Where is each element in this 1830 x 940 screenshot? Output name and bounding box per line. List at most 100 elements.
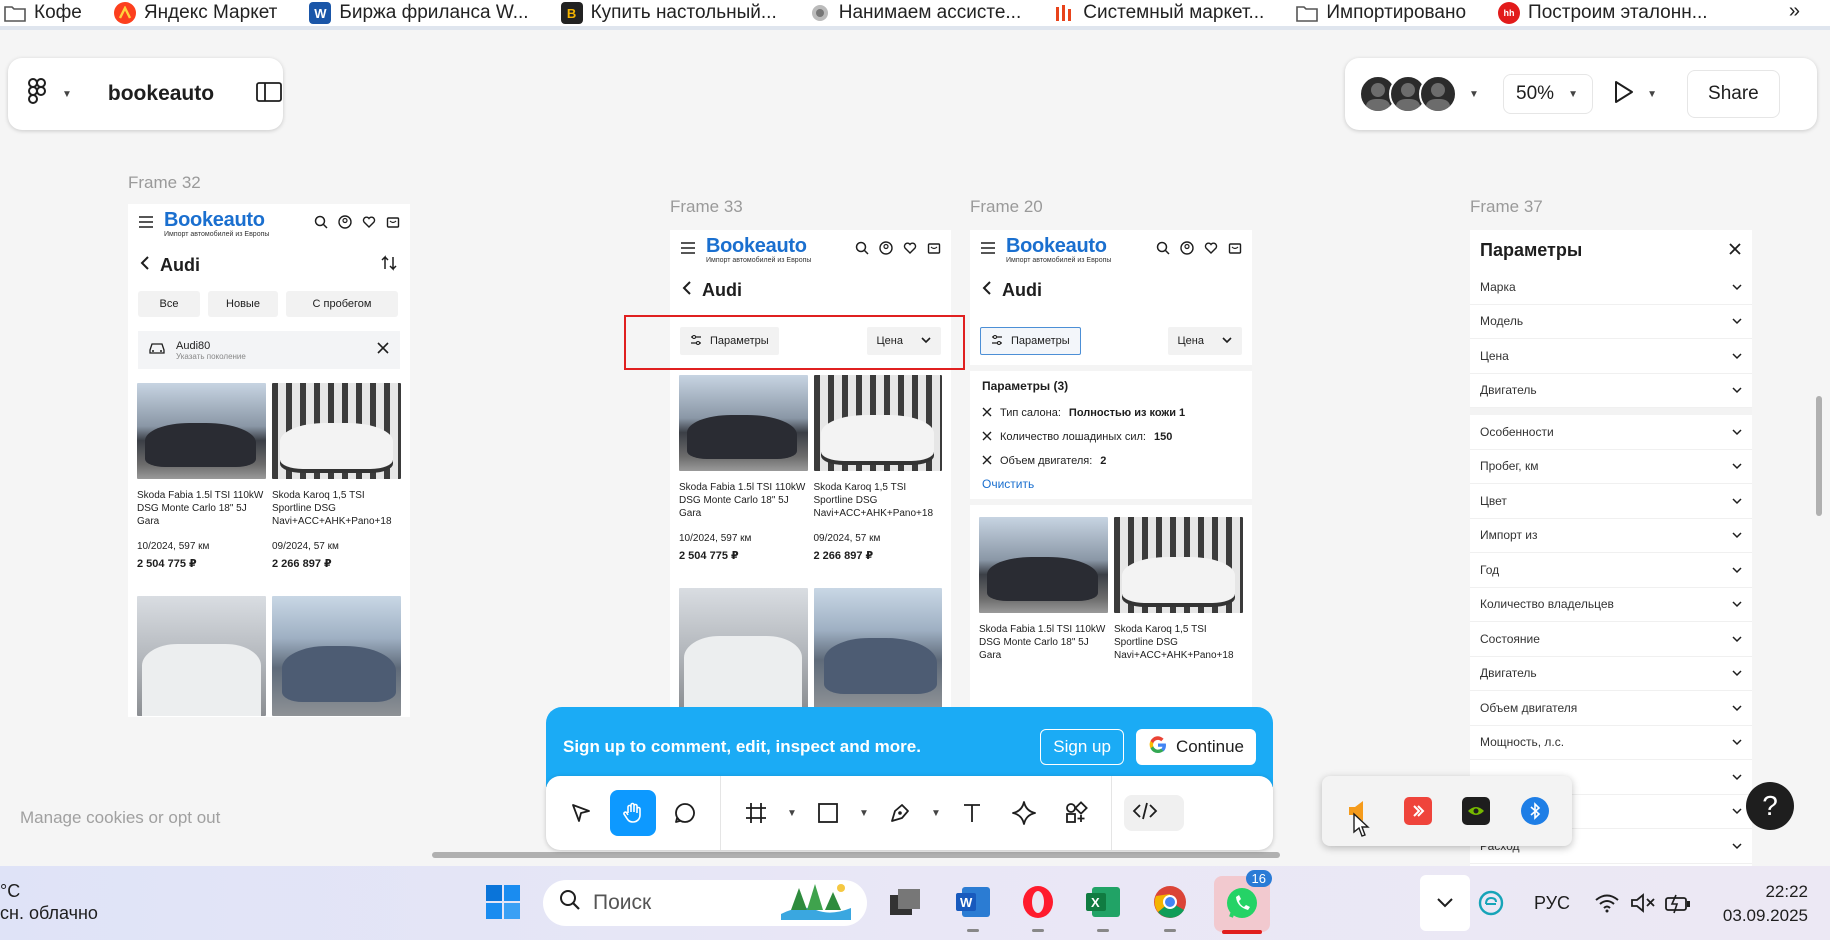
search-icon[interactable] xyxy=(855,241,869,260)
file-name[interactable]: bookeauto xyxy=(108,82,214,106)
hand-tool[interactable] xyxy=(610,790,656,836)
parameters-button[interactable]: Параметры xyxy=(980,327,1081,355)
frame-33[interactable]: Bookeauto Импорт автомобилей из Европы A… xyxy=(670,230,951,722)
car-card[interactable] xyxy=(679,588,808,708)
car-card[interactable]: Skoda Karoq 1,5 TSI Sportline DSG Navi+A… xyxy=(813,375,942,562)
chip-all[interactable]: Все xyxy=(138,291,200,317)
opera-icon[interactable] xyxy=(1018,882,1058,932)
bookmark-hh[interactable]: hh Построим эталонн... xyxy=(1498,2,1708,24)
site-logo[interactable]: Bookeauto Импорт автомобилей из Европы xyxy=(1006,236,1111,264)
bookmark-weblancer[interactable]: W Биржа фриланса W... xyxy=(309,2,529,24)
search-icon[interactable] xyxy=(1156,241,1170,260)
accordion-item[interactable]: Двигатель xyxy=(1470,374,1752,408)
selected-model[interactable]: Audi80 Указать поколение xyxy=(138,331,400,369)
car-card[interactable] xyxy=(137,596,266,716)
chevron-down-icon[interactable]: ▼ xyxy=(785,808,799,819)
help-button[interactable]: ? xyxy=(1746,782,1794,830)
clock[interactable]: 22:22 03.09.2025 xyxy=(1690,880,1808,928)
continue-google-button[interactable]: Continue xyxy=(1135,729,1256,765)
play-icon[interactable] xyxy=(1613,80,1635,109)
car-card[interactable] xyxy=(813,588,942,708)
tray-overflow-button[interactable] xyxy=(1420,875,1470,931)
accordion-item[interactable]: Импорт из xyxy=(1470,519,1752,553)
car-card[interactable]: Skoda Karoq 1,5 TSI Sportline DSG Navi+A… xyxy=(1114,517,1243,663)
task-view-icon[interactable] xyxy=(885,882,925,922)
car-card[interactable] xyxy=(272,596,401,716)
menu-icon[interactable] xyxy=(138,215,154,234)
frame-label[interactable]: Frame 33 xyxy=(670,197,743,217)
cart-icon[interactable] xyxy=(1228,241,1242,260)
close-icon[interactable] xyxy=(1728,240,1742,261)
volume-muted-icon[interactable] xyxy=(1630,866,1656,940)
car-card[interactable]: Skoda Karoq 1,5 TSI Sportline DSG Navi+A… xyxy=(272,383,401,570)
wifi-icon[interactable] xyxy=(1594,866,1620,940)
vertical-scrollbar[interactable] xyxy=(1816,396,1822,516)
sort-icon[interactable] xyxy=(380,254,398,277)
nvidia-icon[interactable] xyxy=(1462,797,1491,825)
battery-icon[interactable] xyxy=(1664,866,1692,940)
user-icon[interactable] xyxy=(879,240,893,260)
move-tool[interactable] xyxy=(558,790,604,836)
menu-icon[interactable] xyxy=(980,241,996,260)
accordion-item[interactable]: Марка xyxy=(1470,270,1752,305)
bluetooth-icon[interactable] xyxy=(1520,797,1549,825)
windows-start-icon[interactable] xyxy=(485,884,521,925)
bookmark-imported[interactable]: Импортировано xyxy=(1296,2,1466,24)
car-card[interactable]: Skoda Fabia 1.5l TSI 110kW DSG Monte Car… xyxy=(979,517,1108,663)
clear-link[interactable]: Очистить xyxy=(982,477,1240,491)
signup-button[interactable]: Sign up xyxy=(1040,729,1124,765)
accordion-item[interactable]: Двигатель xyxy=(1470,657,1752,691)
bookmark-marketing[interactable]: Системный маркет... xyxy=(1053,2,1264,24)
chrome-icon[interactable] xyxy=(1150,882,1190,932)
heart-icon[interactable] xyxy=(362,215,376,234)
cart-icon[interactable] xyxy=(386,215,400,234)
dev-mode-toggle[interactable] xyxy=(1124,795,1184,831)
accordion-item[interactable]: Объем двигателя xyxy=(1470,691,1752,726)
weather-widget[interactable]: 5°C осн. облачно xyxy=(0,880,98,924)
anydesk-icon[interactable] xyxy=(1403,797,1432,825)
bookmark-yandex-market[interactable]: Яндекс Маркет xyxy=(113,2,277,24)
chevron-double-right-icon[interactable]: » xyxy=(1789,0,1800,23)
site-logo[interactable]: Bookeauto Импорт автомобилей из Европы xyxy=(706,236,811,264)
text-tool[interactable] xyxy=(949,790,995,836)
cart-icon[interactable] xyxy=(927,241,941,260)
menu-icon[interactable] xyxy=(680,241,696,260)
bookmark-coffee[interactable]: Кофе xyxy=(4,2,82,24)
car-card[interactable]: Skoda Fabia 1.5l TSI 110kW DSG Monte Car… xyxy=(137,383,266,570)
zoom-control[interactable]: 50% ▼ xyxy=(1503,74,1594,114)
accordion-item[interactable]: Модель xyxy=(1470,305,1752,339)
excel-icon[interactable]: X xyxy=(1083,882,1123,932)
remove-icon[interactable] xyxy=(982,455,992,468)
component-tool[interactable] xyxy=(1001,790,1047,836)
accordion-item[interactable]: Особенности xyxy=(1470,415,1752,450)
bookmark-assistant[interactable]: Нанимаем ассисте... xyxy=(809,2,1021,24)
chevron-down-icon[interactable]: ▼ xyxy=(929,808,943,819)
user-icon[interactable] xyxy=(338,214,352,234)
frame-20[interactable]: Bookeauto Импорт автомобилей из Европы A… xyxy=(970,230,1252,722)
chip-used[interactable]: С пробегом xyxy=(286,291,398,317)
frame-label[interactable]: Frame 20 xyxy=(970,197,1043,217)
chevron-left-icon[interactable] xyxy=(982,280,992,301)
chevron-down-icon[interactable]: ▼ xyxy=(1645,89,1659,100)
horizontal-scrollbar[interactable] xyxy=(432,852,1280,858)
frame-37[interactable]: Параметры Марка Модель Цена Двигатель Ос… xyxy=(1470,230,1752,866)
chevron-left-icon[interactable] xyxy=(140,255,150,276)
frame-tool[interactable] xyxy=(733,790,779,836)
cookies-link[interactable]: Manage cookies or opt out xyxy=(20,808,220,828)
language-indicator[interactable]: РУС xyxy=(1534,866,1570,940)
collaborators[interactable] xyxy=(1359,75,1457,113)
search-icon[interactable] xyxy=(314,215,328,234)
car-card[interactable]: Skoda Fabia 1.5l TSI 110kW DSG Monte Car… xyxy=(679,375,808,562)
user-icon[interactable] xyxy=(1180,240,1194,260)
heart-icon[interactable] xyxy=(903,241,917,260)
sidebar-toggle-icon[interactable] xyxy=(256,81,282,107)
accordion-item[interactable]: Цвет xyxy=(1470,484,1752,519)
remove-icon[interactable] xyxy=(982,407,992,420)
accordion-item[interactable]: Мощность, л.с. xyxy=(1470,726,1752,760)
share-button[interactable]: Share xyxy=(1687,70,1780,118)
price-sort-button[interactable]: Цена xyxy=(1167,327,1242,355)
accordion-item[interactable]: Пробег, км xyxy=(1470,450,1752,484)
remove-icon[interactable] xyxy=(982,431,992,444)
site-logo[interactable]: Bookeauto Импорт автомобилей из Европы xyxy=(164,210,269,238)
whatsapp-icon[interactable]: 16 xyxy=(1214,870,1272,934)
